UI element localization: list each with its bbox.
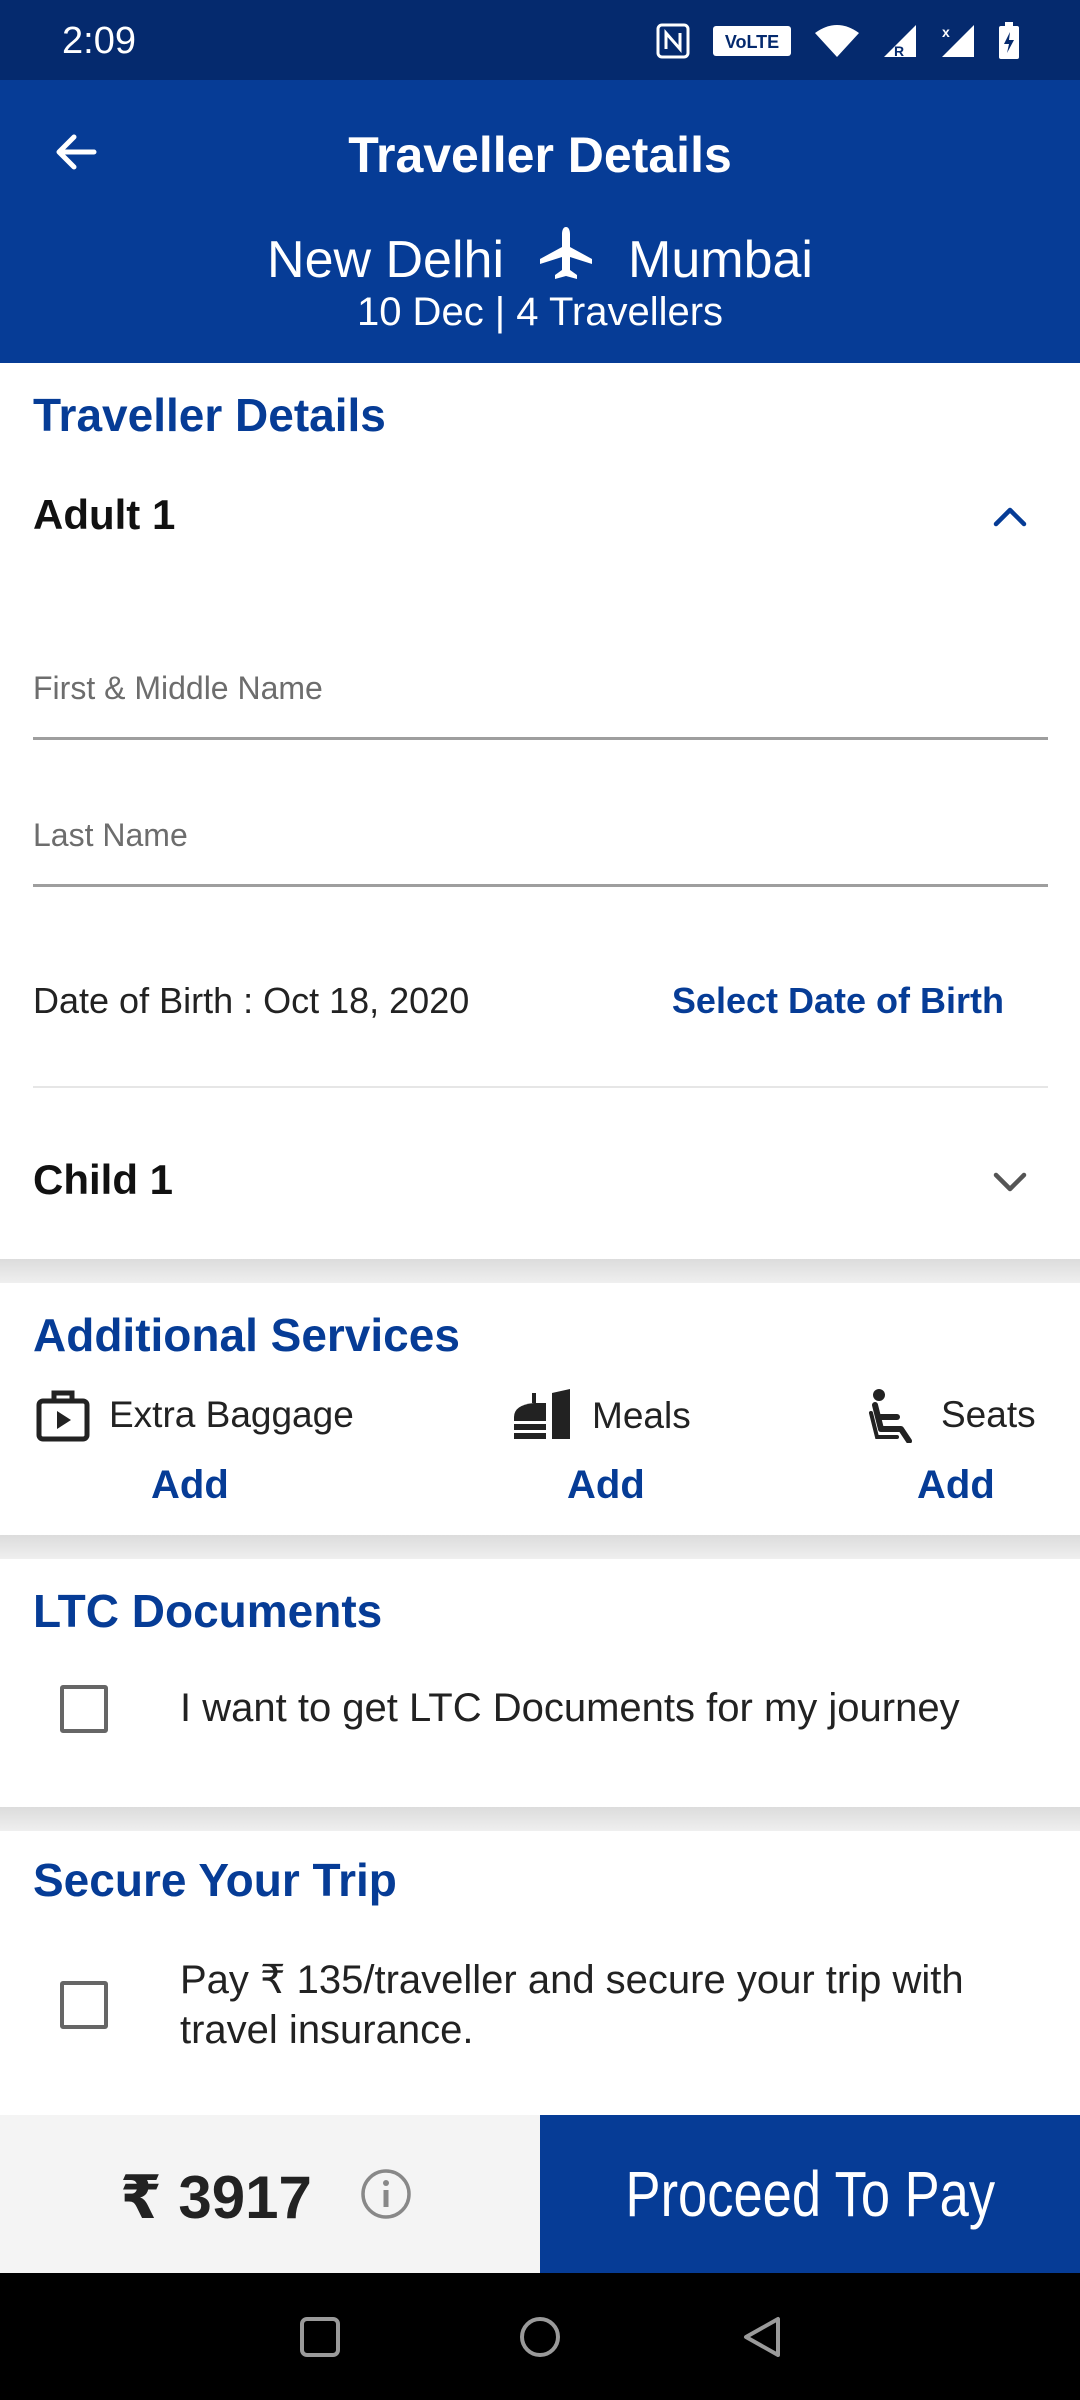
additional-services-heading: Additional Services — [33, 1309, 460, 1361]
volte-icon: VoLTE — [712, 24, 792, 58]
travel-insurance-text: Pay ₹ 135/traveller and secure your trip… — [180, 1955, 964, 2055]
add-extra-baggage-button[interactable]: Add — [151, 1463, 229, 1508]
traveller-details-heading: Traveller Details — [33, 389, 386, 441]
add-meals-button[interactable]: Add — [567, 1463, 645, 1508]
back-nav-button[interactable] — [734, 2309, 790, 2365]
nfc-icon — [656, 23, 690, 59]
meals-label: Meals — [592, 1395, 691, 1436]
date-of-birth-text: Date of Birth : Oct 18, 2020 — [33, 980, 470, 1021]
destination-city: Mumbai — [628, 230, 813, 289]
secure-trip-card: Secure Your Trip Pay ₹ 135/traveller and… — [0, 1831, 1080, 2115]
signal-x-icon: x — [940, 23, 976, 59]
system-nav-bar — [0, 2273, 1080, 2400]
additional-services-card: Additional Services Extra Baggage Add Me… — [0, 1283, 1080, 1535]
meals-icon — [514, 1389, 570, 1439]
page-title: Traveller Details — [348, 127, 732, 183]
section-separator — [0, 1535, 1080, 1559]
adult-1-label[interactable]: Adult 1 — [33, 491, 175, 539]
svg-text:R: R — [894, 43, 904, 59]
ltc-documents-heading: LTC Documents — [33, 1585, 383, 1637]
battery-icon — [998, 22, 1020, 60]
home-button[interactable] — [512, 2309, 568, 2365]
first-middle-name-input[interactable] — [33, 640, 1048, 737]
seats-service: Seats — [867, 1387, 1036, 1443]
ltc-documents-checkbox[interactable] — [60, 1685, 108, 1733]
seat-icon — [869, 1389, 912, 1443]
origin-city: New Delhi — [267, 230, 505, 289]
wifi-icon — [814, 23, 860, 59]
ltc-documents-label: I want to get LTC Documents for my journ… — [180, 1686, 960, 1730]
status-bar: 2:09 VoLTE R x — [0, 0, 1080, 80]
signal-r-icon: R — [882, 23, 918, 59]
svg-text:VoLTE: VoLTE — [725, 32, 779, 52]
baggage-icon — [36, 1390, 90, 1442]
chevron-up-icon[interactable] — [984, 491, 1036, 543]
add-seats-button[interactable]: Add — [917, 1463, 995, 1508]
section-separator — [0, 1807, 1080, 1831]
ltc-documents-card: LTC Documents I want to get LTC Document… — [0, 1559, 1080, 1807]
meals-service: Meals — [512, 1387, 691, 1445]
traveller-details-card: Traveller Details Adult 1 Date of Birth … — [0, 363, 1080, 1259]
status-icons: VoLTE R x — [656, 22, 1020, 60]
divider — [33, 1086, 1048, 1088]
proceed-to-pay-label: Proceed To Pay — [625, 2158, 995, 2230]
section-separator — [0, 1259, 1080, 1283]
seats-label: Seats — [941, 1394, 1036, 1435]
child-1-label[interactable]: Child 1 — [33, 1156, 173, 1204]
last-name-field[interactable] — [33, 787, 1048, 887]
travel-insurance-checkbox[interactable] — [60, 1981, 108, 2029]
svg-text:x: x — [942, 24, 950, 40]
extra-baggage-service: Extra Baggage — [35, 1387, 354, 1443]
total-price: ₹ 3917 — [120, 2164, 312, 2231]
route: New Delhi Mumbai — [0, 225, 1080, 294]
travel-insurance-line-1: Pay ₹ 135/traveller and secure your trip… — [180, 1958, 964, 2002]
price-box: ₹ 3917 — [0, 2115, 540, 2273]
back-triangle-icon — [744, 2317, 780, 2357]
status-time: 2:09 — [62, 20, 136, 62]
first-middle-name-field[interactable] — [33, 640, 1048, 740]
recents-icon — [300, 2317, 340, 2357]
app-header: Traveller Details New Delhi Mumbai 10 De… — [0, 80, 1080, 363]
last-name-input[interactable] — [33, 787, 1048, 884]
travel-insurance-line-2: travel insurance. — [180, 2008, 474, 2052]
trip-summary: 10 Dec | 4 Travellers — [356, 290, 724, 334]
proceed-to-pay-button[interactable]: Proceed To Pay — [540, 2115, 1080, 2273]
secure-trip-heading: Secure Your Trip — [33, 1854, 397, 1906]
info-icon[interactable] — [360, 2168, 412, 2220]
chevron-down-icon[interactable] — [984, 1156, 1036, 1208]
recents-button[interactable] — [292, 2309, 348, 2365]
select-date-of-birth-link[interactable]: Select Date of Birth — [672, 980, 1004, 1022]
extra-baggage-label: Extra Baggage — [109, 1394, 354, 1435]
payment-bar: ₹ 3917 Proceed To Pay — [0, 2115, 1080, 2273]
home-icon — [520, 2317, 560, 2357]
airplane-icon — [538, 225, 594, 294]
